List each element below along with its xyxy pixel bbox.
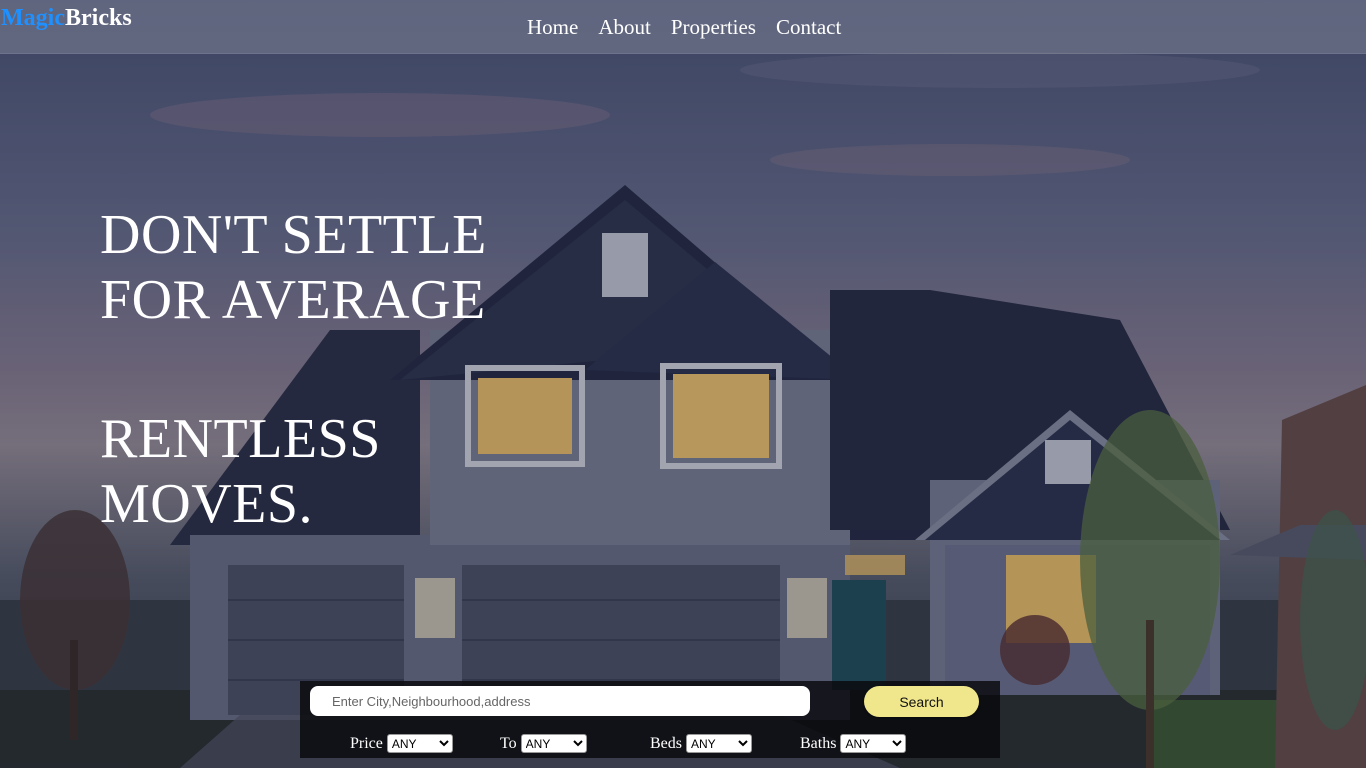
hero-line-2: FOR AVERAGE: [100, 269, 486, 331]
filter-beds: Beds ANY: [650, 734, 752, 753]
filter-price-label: Price: [350, 734, 383, 752]
top-navbar: MagicBricks Home About Properties Contac…: [0, 0, 1366, 54]
nav-link-home[interactable]: Home: [527, 14, 578, 40]
property-search-panel: Search Price ANY To ANY Beds ANY Baths A…: [300, 681, 1000, 758]
baths-select[interactable]: ANY: [840, 734, 907, 753]
filter-baths-label: Baths: [800, 734, 837, 752]
nav-link-about[interactable]: About: [598, 14, 651, 40]
hero-line-3: RENTLESS: [100, 408, 381, 470]
hero-line-4: MOVES.: [100, 473, 314, 535]
nav-link-properties[interactable]: Properties: [671, 14, 756, 40]
main-nav: Home About Properties Contact: [527, 14, 841, 40]
location-search-input[interactable]: [310, 686, 810, 716]
price-min-select[interactable]: ANY: [386, 734, 453, 753]
nav-link-contact[interactable]: Contact: [776, 14, 841, 40]
filter-baths: Baths ANY: [800, 734, 907, 753]
brand-logo-part2: Bricks: [64, 5, 132, 31]
filter-price-max: To ANY: [500, 734, 587, 753]
price-max-select[interactable]: ANY: [520, 734, 587, 753]
hero-headline: DON'T SETTLE FOR AVERAGE RENTLESS MOVES.: [100, 203, 620, 537]
filter-to-label: To: [500, 734, 517, 752]
hero-line-1: DON'T SETTLE: [100, 204, 487, 266]
search-button[interactable]: Search: [864, 686, 979, 717]
brand-logo-part1: Magic: [1, 5, 65, 31]
beds-select[interactable]: ANY: [686, 734, 752, 753]
filter-price: Price ANY: [350, 734, 453, 753]
filter-beds-label: Beds: [650, 734, 682, 752]
brand-logo[interactable]: MagicBricks: [1, 5, 132, 32]
